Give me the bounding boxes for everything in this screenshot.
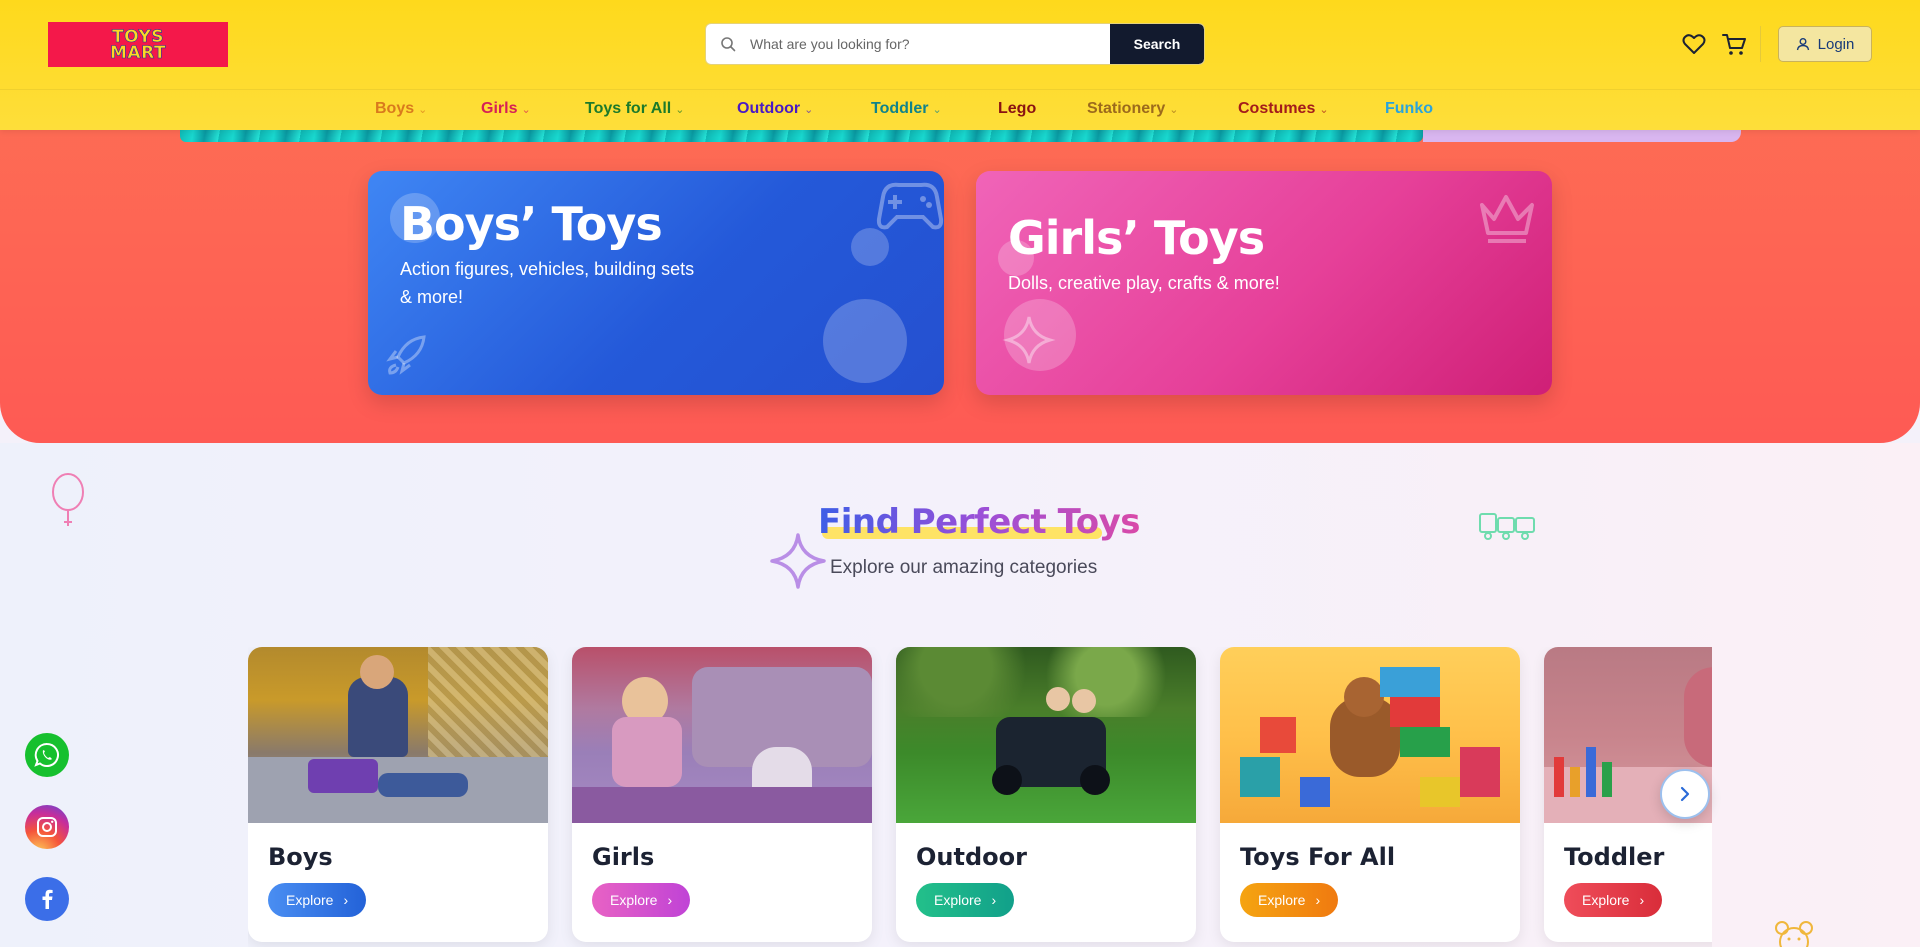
- sparkle-icon: [1002, 316, 1056, 364]
- category-name: Toddler: [1564, 843, 1665, 871]
- explore-label: Explore: [286, 892, 334, 908]
- explore-button-boys[interactable]: Explore ›: [268, 883, 367, 917]
- nav-label: Outdoor: [737, 100, 801, 117]
- logo-text-bottom: MART: [110, 42, 166, 63]
- nav-label: Costumes: [1238, 100, 1316, 117]
- girls-toys-subtitle: Dolls, creative play, crafts & more!: [1008, 273, 1280, 293]
- category-name: Outdoor: [916, 843, 1027, 871]
- cart-icon[interactable]: [1720, 30, 1748, 58]
- chevron-right-icon: ›: [1315, 892, 1321, 908]
- rocket-icon: [386, 335, 426, 375]
- login-label: Login: [1817, 35, 1855, 53]
- chevron-down-icon: ⌄: [1169, 103, 1179, 116]
- decor-bubble: [823, 299, 907, 383]
- instagram-button[interactable]: [25, 805, 69, 849]
- category-image-outdoor: [896, 647, 1196, 823]
- login-button[interactable]: Login: [1778, 26, 1872, 62]
- chevron-right-icon: ›: [991, 892, 997, 908]
- carousel-next-button[interactable]: [1660, 769, 1710, 819]
- category-name: Boys: [268, 843, 333, 871]
- chevron-down-icon: ⌄: [932, 103, 942, 116]
- search-icon: [706, 36, 750, 52]
- chevron-right-icon: [1680, 786, 1690, 802]
- nav-item-toddler[interactable]: Toddler ⌄: [871, 100, 942, 118]
- crown-icon: [1480, 195, 1534, 243]
- category-card-toys-for-all[interactable]: Toys For All Explore ›: [1220, 647, 1520, 942]
- chevron-down-icon: ⌄: [675, 103, 685, 116]
- nav-item-toys-for-all[interactable]: Toys for All ⌄: [585, 100, 684, 118]
- explore-button-toddler[interactable]: Explore ›: [1564, 883, 1663, 917]
- explore-label: Explore: [610, 892, 658, 908]
- explore-button-toys-for-all[interactable]: Explore ›: [1240, 883, 1339, 917]
- category-carousel: Boys Explore › Girls Explore › Outdoor Exp…: [248, 647, 1712, 947]
- train-icon: [1479, 513, 1535, 540]
- chevron-down-icon: ⌄: [521, 103, 531, 116]
- chevron-down-icon: ⌄: [418, 103, 428, 116]
- nav-label: Girls: [481, 100, 518, 117]
- category-card-outdoor[interactable]: Outdoor Explore ›: [896, 647, 1196, 942]
- explore-label: Explore: [1582, 892, 1630, 908]
- nav-label: Lego: [998, 100, 1037, 117]
- nav-label: Toddler: [871, 100, 929, 117]
- wishlist-heart-icon[interactable]: [1680, 30, 1708, 58]
- balloon-icon: [52, 473, 84, 526]
- header-divider: [1760, 26, 1761, 62]
- boys-toys-promo-card[interactable]: Boys’ Toys Action figures, vehicles, bui…: [368, 171, 944, 395]
- section-subtitle: Explore our amazing categories: [830, 557, 1098, 578]
- user-icon: [1796, 38, 1809, 51]
- search-input[interactable]: [750, 36, 1110, 52]
- search-button[interactable]: Search: [1110, 24, 1204, 64]
- chevron-right-icon: ›: [1639, 892, 1645, 908]
- chevron-right-icon: ›: [667, 892, 673, 908]
- gamepad-icon: [876, 182, 944, 230]
- facebook-button[interactable]: [25, 877, 69, 921]
- main-nav: Boys ⌄ Girls ⌄ Toys for All ⌄ Outdoor ⌄ Todd…: [0, 90, 1920, 130]
- chevron-right-icon: ›: [343, 892, 349, 908]
- category-card-boys[interactable]: Boys Explore ›: [248, 647, 548, 942]
- explore-label: Explore: [1258, 892, 1306, 908]
- girls-toys-promo-card[interactable]: Girls’ Toys Dolls, creative play, crafts…: [976, 171, 1552, 395]
- explore-label: Explore: [934, 892, 982, 908]
- chevron-down-icon: ⌄: [804, 103, 814, 116]
- chevron-down-icon: ⌄: [1319, 103, 1329, 116]
- facebook-icon: [42, 889, 53, 909]
- nav-label: Funko: [1385, 100, 1433, 117]
- nav-item-outdoor[interactable]: Outdoor ⌄: [737, 100, 813, 118]
- site-header: TOYS MART Search Login Boys⌄ Girls⌄ Toys…: [0, 0, 1920, 130]
- category-image-boys: [248, 647, 548, 823]
- nav-item-costumes[interactable]: Costumes ⌄: [1238, 100, 1329, 118]
- nav-item-funko[interactable]: Funko: [1385, 100, 1433, 118]
- nav-item-boys[interactable]: Boys ⌄: [375, 100, 427, 118]
- category-name: Girls: [592, 843, 655, 871]
- nav-label: Stationery: [1087, 100, 1166, 117]
- category-name: Toys For All: [1240, 843, 1396, 871]
- explore-button-outdoor[interactable]: Explore ›: [916, 883, 1015, 917]
- nav-item-stationery[interactable]: Stationery ⌄: [1087, 100, 1178, 118]
- boys-toys-title: Boys’ Toys: [400, 197, 663, 251]
- boys-toys-subtitle-line2: & more!: [400, 287, 464, 307]
- boys-toys-subtitle-line1: Action figures, vehicles, building sets: [400, 259, 695, 279]
- whatsapp-icon: [34, 742, 59, 767]
- boys-toys-subtitle: Action figures, vehicles, building sets …: [400, 255, 694, 311]
- nav-item-lego[interactable]: Lego: [998, 100, 1036, 118]
- explore-button-girls[interactable]: Explore ›: [592, 883, 691, 917]
- toysmart-logo[interactable]: TOYS MART: [48, 22, 228, 67]
- nav-label: Toys for All: [585, 100, 672, 117]
- section-title: Find Perfect Toys: [818, 502, 1141, 542]
- teddy-bear-icon: [1775, 921, 1813, 947]
- girls-toys-title: Girls’ Toys: [1008, 211, 1265, 265]
- whatsapp-button[interactable]: [25, 733, 69, 777]
- nav-label: Boys: [375, 100, 415, 117]
- search-bar: Search: [705, 23, 1205, 65]
- nav-item-girls[interactable]: Girls ⌄: [481, 100, 531, 118]
- category-image-girls: [572, 647, 872, 823]
- instagram-icon: [37, 817, 57, 837]
- category-image-toys-for-all: [1220, 647, 1520, 823]
- category-card-girls[interactable]: Girls Explore ›: [572, 647, 872, 942]
